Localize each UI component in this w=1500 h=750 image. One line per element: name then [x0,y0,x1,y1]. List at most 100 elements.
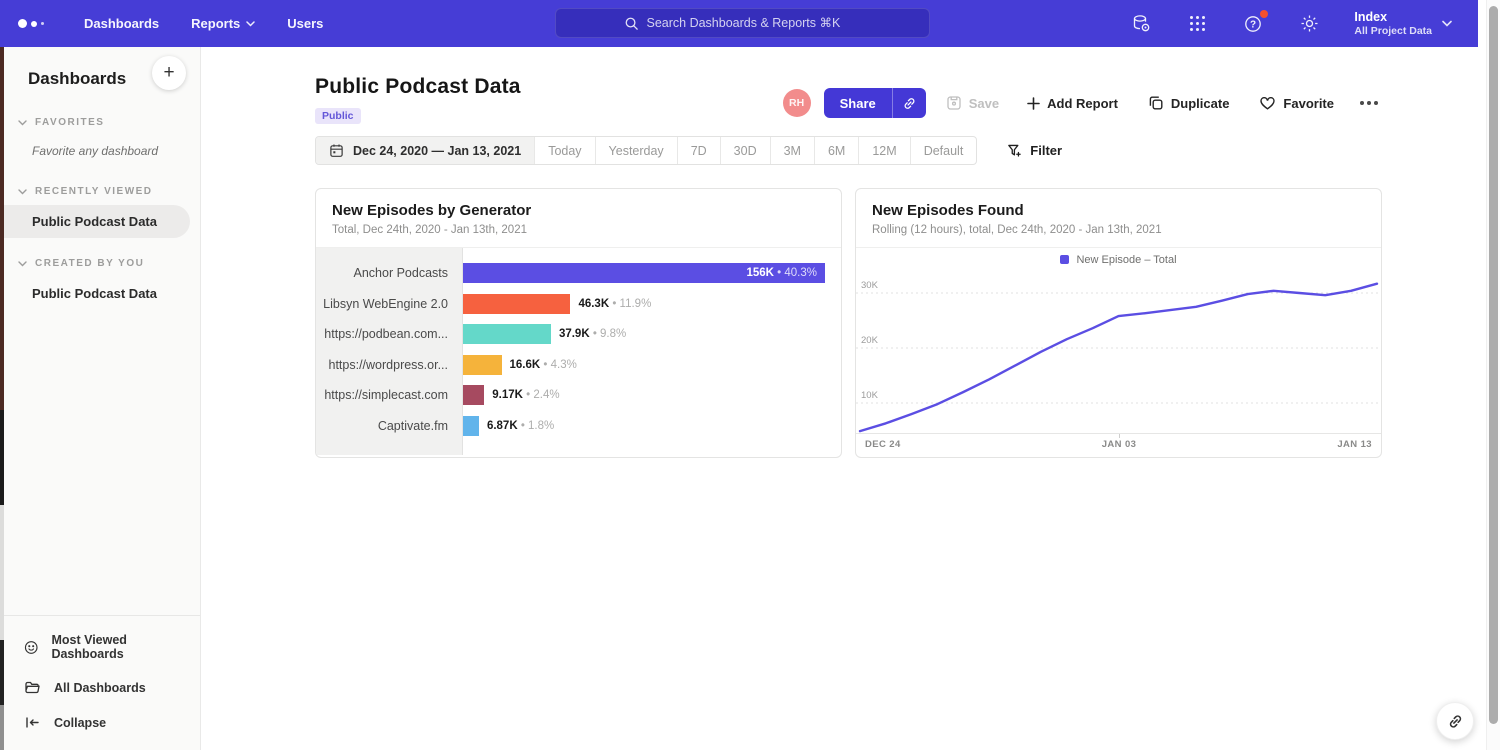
date-preset-today[interactable]: Today [534,137,594,164]
share-link-button[interactable] [892,88,926,118]
global-search[interactable] [555,8,930,38]
bar-chart[interactable]: Anchor PodcastsLibsyn WebEngine 2.0 https… [316,248,841,455]
date-toolbar: Dec 24, 2020 — Jan 13, 2021 TodayYesterd… [315,136,1062,165]
avatar[interactable]: RH [783,89,811,117]
search-icon [624,16,639,31]
bar-value-label: 156K • 40.3% [746,267,817,279]
amplitude-logo-icon[interactable] [18,19,58,28]
bar-category-label: Anchor Podcasts [316,258,462,289]
bar-category-label: Libsyn WebEngine 2.0 [316,289,462,320]
settings-gear-icon[interactable] [1298,13,1320,35]
bar[interactable]: 156K • 40.3% [463,263,825,283]
project-selector[interactable]: Index All Project Data [1354,10,1452,38]
bar-chart-labels: Anchor PodcastsLibsyn WebEngine 2.0 https… [316,248,463,455]
card-subtitle: Total, Dec 24th, 2020 - Jan 13th, 2021 [332,224,825,236]
chart-legend: New Episode – Total [856,248,1381,271]
public-badge: Public [315,108,361,124]
footer-item-label: Collapse [54,716,106,730]
sidebar-footer: Most Viewed Dashboards All Dashboards Co… [4,615,200,750]
svg-text:?: ? [1250,20,1256,31]
link-icon [902,96,917,111]
help-icon[interactable]: ? [1242,13,1264,35]
nav-users-label: Users [287,16,323,31]
save-label: Save [969,96,999,111]
main-content: Public Podcast Data Public RH Share Save… [202,47,1478,750]
create-dashboard-button[interactable]: + [152,56,186,90]
chevron-down-icon [18,261,27,267]
section-label: RECENTLY VIEWED [35,186,153,197]
svg-text:20K: 20K [861,335,879,346]
chevron-down-icon [1442,20,1452,27]
date-preset-3m[interactable]: 3M [770,137,814,164]
date-presets: TodayYesterday7D30D3M6M12MDefault [534,137,976,164]
bar-row[interactable]: 37.9K • 9.8% [463,319,825,350]
all-dashboards-item[interactable]: All Dashboards [4,670,200,705]
duplicate-button[interactable]: Duplicate [1148,95,1230,111]
svg-text:10K: 10K [861,390,879,401]
date-preset-6m[interactable]: 6M [814,137,858,164]
bar-category-label: Captivate.fm [316,411,462,442]
sidebar-section-created-by-you[interactable]: CREATED BY YOU [4,244,200,277]
bar-category-label: https://simplecast.com [316,380,462,411]
calendar-icon [329,143,344,158]
bar-value-label: 37.9K • 9.8% [559,328,626,340]
share-button[interactable]: Share [824,88,892,118]
bar-row[interactable]: 46.3K • 11.9% [463,289,825,320]
nav-dashboards[interactable]: Dashboards [84,16,159,31]
save-button[interactable]: Save [946,95,999,111]
date-range-picker[interactable]: Dec 24, 2020 — Jan 13, 2021 [316,137,534,164]
project-name: Index [1354,10,1432,25]
bar-row[interactable]: 6.87K • 1.8% [463,411,825,442]
apps-grid-icon[interactable] [1186,13,1208,35]
date-preset-12m[interactable]: 12M [858,137,909,164]
search-input[interactable] [647,16,862,30]
nav-dashboards-label: Dashboards [84,16,159,31]
nav-users[interactable]: Users [287,16,323,31]
add-report-label: Add Report [1047,96,1118,111]
bar[interactable] [463,294,570,314]
bar-value-label: 9.17K • 2.4% [492,389,559,401]
line-chart[interactable]: 10K20K30K [856,271,1381,433]
project-subtitle: All Project Data [1354,25,1432,38]
section-label: CREATED BY YOU [35,258,144,269]
date-preset-7d[interactable]: 7D [677,137,720,164]
bar-row[interactable]: 9.17K • 2.4% [463,380,825,411]
scrollbar-thumb[interactable] [1489,6,1498,724]
smiley-icon [24,639,38,656]
bar-chart-bars: 156K • 40.3% 46.3K • 11.9% 37.9K • 9.8% 16.… [463,248,841,455]
background-window-edge [0,47,4,750]
sidebar-item-public-podcast-data[interactable]: Public Podcast Data [4,205,190,238]
bar-row[interactable]: 156K • 40.3% [463,258,825,289]
nav-reports[interactable]: Reports [191,16,255,31]
card-title: New Episodes by Generator [332,202,825,219]
date-preset-yesterday[interactable]: Yesterday [595,137,677,164]
most-viewed-dashboards-item[interactable]: Most Viewed Dashboards [4,624,200,670]
bar-row[interactable]: 16.6K • 4.3% [463,350,825,381]
bar[interactable] [463,324,551,344]
bar[interactable] [463,416,479,436]
footer-item-label: Most Viewed Dashboards [51,633,180,661]
sidebar: Dashboards + FAVORITES Favorite any dash… [4,47,201,750]
card-title: New Episodes Found [872,202,1365,219]
bar[interactable] [463,355,502,375]
share-split-button[interactable]: Share [824,88,926,118]
favorite-button[interactable]: Favorite [1259,95,1334,111]
add-report-button[interactable]: Add Report [1027,96,1118,111]
footer-item-label: All Dashboards [54,681,146,695]
get-link-floating-button[interactable] [1436,702,1474,740]
card-new-episodes-found: New Episodes Found Rolling (12 hours), t… [855,188,1382,458]
more-options-button[interactable] [1360,101,1378,105]
filter-button[interactable]: Filter [1007,143,1062,158]
sidebar-item-public-podcast-data-created[interactable]: Public Podcast Data [4,277,200,310]
date-preset-default[interactable]: Default [910,137,977,164]
bar[interactable] [463,385,484,405]
date-preset-30d[interactable]: 30D [720,137,770,164]
data-sources-icon[interactable] [1130,13,1152,35]
date-range-label: Dec 24, 2020 — Jan 13, 2021 [353,144,521,158]
folder-icon [24,679,41,696]
collapse-sidebar-item[interactable]: Collapse [4,705,200,740]
dashboard-actions: RH Share Save Add Report Duplicate Favor… [783,88,1378,118]
sidebar-section-recently-viewed[interactable]: RECENTLY VIEWED [4,172,200,205]
page-title: Public Podcast Data [315,75,521,99]
sidebar-section-favorites[interactable]: FAVORITES [4,103,200,136]
